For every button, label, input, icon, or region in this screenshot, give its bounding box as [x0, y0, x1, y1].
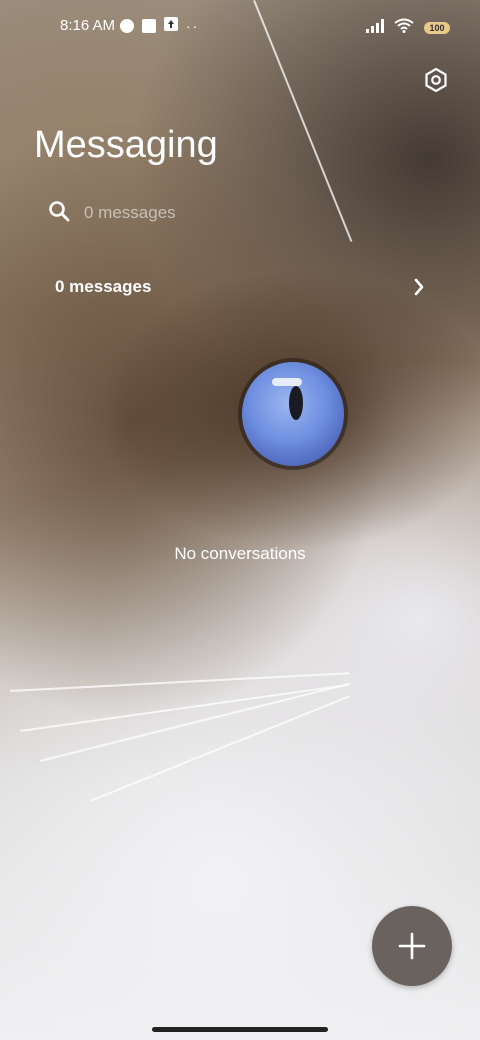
notification-square-icon — [142, 19, 156, 33]
whisker — [90, 695, 351, 802]
messages-row[interactable]: 0 messages — [30, 264, 450, 312]
status-bar: 8:16 AM ·· 100 — [0, 0, 480, 56]
status-icons-right: 100 — [366, 18, 450, 37]
empty-state-text: No conversations — [174, 544, 306, 563]
eye-glint — [272, 378, 302, 386]
search-icon — [49, 201, 70, 222]
cat-pupil — [289, 386, 303, 420]
search-input[interactable] — [82, 200, 426, 226]
new-conversation-button[interactable] — [372, 906, 452, 986]
search-bar[interactable] — [30, 186, 450, 238]
whisker — [10, 672, 350, 692]
home-indicator[interactable] — [152, 1027, 328, 1032]
settings-button[interactable] — [420, 64, 452, 96]
status-time: 8:16 AM — [60, 17, 116, 34]
chevron-right-icon — [414, 278, 424, 296]
battery-icon: 100 — [424, 21, 450, 34]
page-title: Messaging — [34, 124, 218, 166]
status-icons-left: ·· — [120, 17, 199, 35]
messages-row-label: 0 messages — [55, 277, 152, 296]
more-dots-icon: ·· — [186, 18, 200, 34]
settings-hexagon-icon — [425, 67, 447, 93]
plus-icon — [398, 932, 426, 960]
data-saver-icon — [120, 19, 134, 33]
signal-icon — [366, 18, 384, 37]
upload-icon — [164, 17, 178, 35]
wifi-icon — [394, 18, 414, 37]
